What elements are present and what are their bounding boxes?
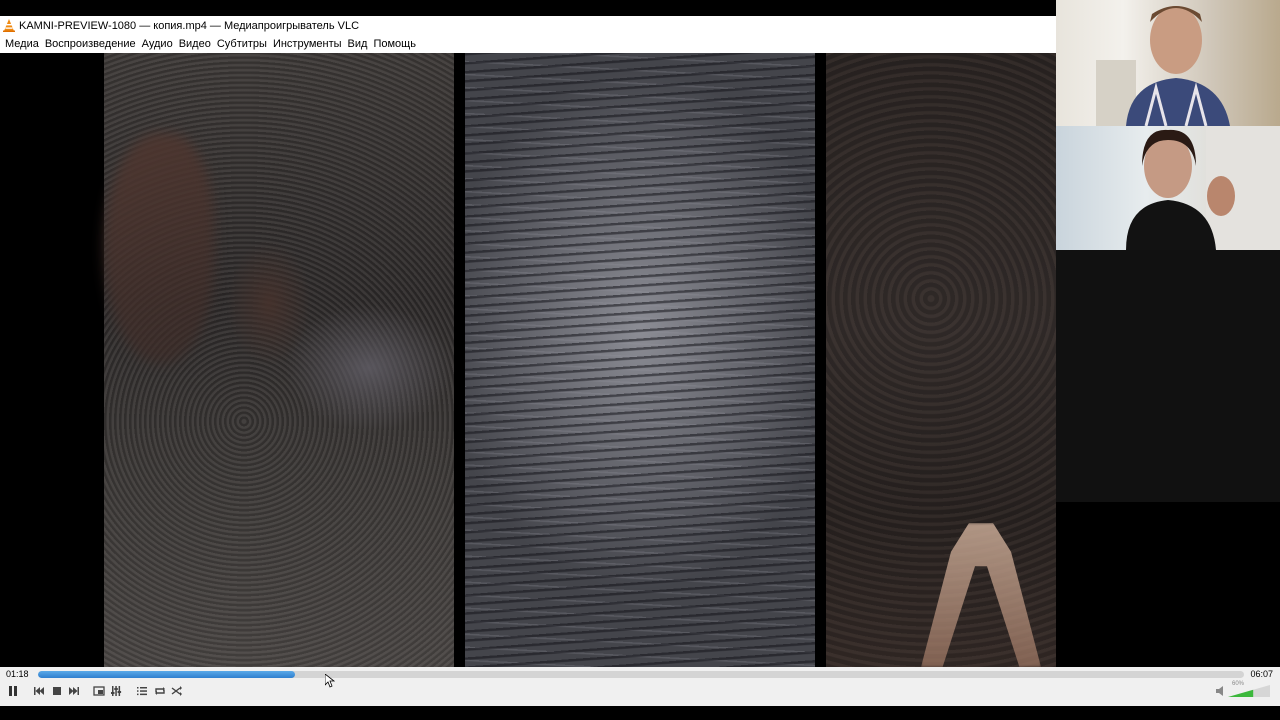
extended-settings-button[interactable]: [108, 683, 124, 699]
menu-video[interactable]: Видео: [179, 38, 211, 50]
menu-view[interactable]: Вид: [348, 38, 368, 50]
menu-audio[interactable]: Аудио: [142, 38, 173, 50]
current-time: 01:18: [6, 669, 29, 679]
participant-video-1[interactable]: [1056, 0, 1280, 126]
pause-button[interactable]: [5, 683, 21, 699]
total-time: 06:07: [1250, 669, 1273, 679]
participant-video-2[interactable]: [1056, 126, 1280, 250]
video-panel-water: [465, 53, 815, 667]
stop-icon: [53, 687, 61, 695]
video-panel-soil-hole: [104, 53, 454, 667]
pause-icon: [9, 686, 17, 696]
person-icon: [1126, 126, 1280, 250]
skip-forward-icon: [69, 687, 79, 695]
menu-playback[interactable]: Воспроизведение: [45, 38, 136, 50]
top-black-strip: [0, 0, 1056, 16]
equalizer-icon: [111, 686, 122, 696]
vlc-cone-icon: [3, 19, 15, 32]
menu-tools[interactable]: Инструменты: [273, 38, 342, 50]
next-button[interactable]: [66, 683, 82, 699]
seek-bar[interactable]: [38, 671, 1244, 678]
skip-back-icon: [34, 687, 44, 695]
loop-icon: [155, 687, 165, 695]
menu-subtitles[interactable]: Субтитры: [217, 38, 267, 50]
previous-button[interactable]: [31, 683, 47, 699]
window-title: KAMNI-PREVIEW-1080 — копия.mp4 — Медиапр…: [19, 19, 360, 32]
menu-bar: Медиа Воспроизведение Аудио Видео Субтит…: [0, 35, 1056, 53]
bottom-black-strip: [0, 706, 1280, 720]
menu-help[interactable]: Помощь: [373, 38, 416, 50]
window-titlebar[interactable]: KAMNI-PREVIEW-1080 — копия.mp4 — Медиапр…: [0, 16, 1056, 35]
person-icon: [1096, 6, 1230, 126]
player-controls: 01:18 06:07 60%: [0, 667, 1280, 706]
video-panel-soil-hands: [826, 53, 1056, 667]
menu-media[interactable]: Медиа: [5, 38, 39, 50]
shuffle-button[interactable]: [169, 683, 185, 699]
playlist-icon: [137, 687, 147, 696]
loop-button[interactable]: [152, 683, 168, 699]
hands-shape: [921, 523, 1041, 667]
speaker-icon: [1216, 686, 1223, 696]
fullscreen-button[interactable]: [91, 683, 107, 699]
fullscreen-icon: [93, 686, 105, 696]
video-area[interactable]: [0, 53, 1056, 667]
playlist-button[interactable]: [134, 683, 150, 699]
video-call-participants: [1056, 0, 1280, 502]
shuffle-icon: [171, 686, 182, 696]
volume-slider[interactable]: [1214, 683, 1272, 699]
mouse-cursor-icon: [325, 674, 335, 688]
seek-bar-progress: [38, 671, 295, 678]
volume-level: [1228, 689, 1254, 697]
hand-shape: [104, 133, 214, 363]
stop-button[interactable]: [49, 683, 65, 699]
